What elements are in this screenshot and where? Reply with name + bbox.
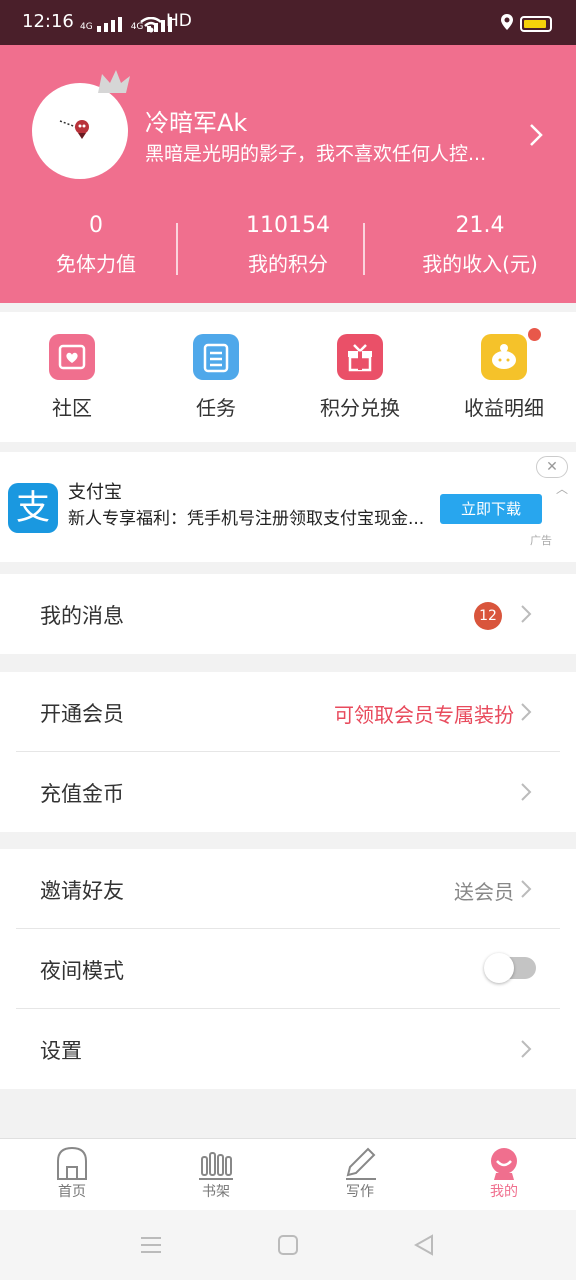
status-time: 12:16 [22, 11, 74, 32]
row-night-mode: 夜间模式 [16, 929, 560, 1009]
ad-tag: 广告 [530, 534, 552, 547]
tab-label: 书架 [202, 1184, 230, 1200]
menu-icon[interactable] [140, 1235, 162, 1255]
row-label: 我的消息 [40, 604, 124, 628]
bookshelf-icon [199, 1152, 233, 1180]
grid-item-earnings[interactable]: 收益明细 [432, 312, 576, 442]
location-icon [501, 14, 513, 30]
row-label: 夜间模式 [40, 959, 124, 983]
row-label: 充值金币 [40, 782, 124, 806]
stats-row: 0 免体力值 110154 我的积分 21.4 我的收入(元) [0, 213, 576, 283]
row-vip[interactable]: 开通会员 可领取会员专属装扮 [16, 672, 560, 752]
ad-title: 支付宝 [68, 482, 122, 503]
vip-promo-text: 可领取会员专属装扮 [334, 703, 514, 727]
grid-label: 任务 [196, 396, 236, 420]
stat-label: 免体力值 [56, 252, 136, 276]
stat-points[interactable]: 110154 我的积分 [192, 213, 384, 283]
home-icon [57, 1146, 87, 1180]
user-bio: 黑暗是光明的影子，我不喜欢任何人控... [145, 143, 487, 165]
wifi-icon [140, 17, 162, 33]
ad-close-icon[interactable]: ✕ [536, 456, 568, 478]
back-icon[interactable] [414, 1234, 434, 1256]
tab-label: 我的 [490, 1184, 518, 1200]
row-messages[interactable]: 我的消息 12 [16, 574, 560, 654]
row-invite[interactable]: 邀请好友 送会员 [16, 849, 560, 929]
stat-value: 0 [89, 213, 103, 238]
home-nav-icon[interactable] [278, 1235, 298, 1255]
chevron-right-icon[interactable] [528, 123, 544, 147]
stat-value: 110154 [246, 213, 330, 238]
stat-income[interactable]: 21.4 我的收入(元) [384, 213, 576, 283]
grid-label: 社区 [52, 396, 92, 420]
system-nav-bar [0, 1210, 576, 1280]
stat-label: 我的收入(元) [422, 252, 538, 276]
row-recharge[interactable]: 充值金币 [16, 752, 560, 832]
grid-item-community[interactable]: 社区 [0, 312, 144, 442]
checklist-icon [193, 334, 239, 380]
ad-banner[interactable]: 支 支付宝 新人专享福利：凭手机号注册领取支付宝现金... 立即下载 ✕ ︿ 广… [0, 452, 576, 562]
membership-card: 开通会员 可领取会员专属装扮 充值金币 [0, 672, 576, 832]
settings-card: 邀请好友 送会员 夜间模式 设置 [0, 849, 576, 1089]
grid-label: 积分兑换 [320, 396, 400, 420]
stat-value: 21.4 [455, 213, 505, 238]
row-label: 设置 [40, 1039, 82, 1063]
grid-label: 收益明细 [464, 396, 544, 420]
night-mode-toggle[interactable] [484, 953, 536, 983]
profile-header[interactable]: 冷暗军Ak 黑暗是光明的影子，我不喜欢任何人控... 0 免体力值 110154… [0, 45, 576, 303]
invite-value: 送会员 [454, 880, 514, 904]
tab-write[interactable]: 写作 [288, 1139, 432, 1210]
chevron-right-icon [521, 783, 532, 801]
hd-indicator: HD [166, 11, 192, 31]
stat-stamina[interactable]: 0 免体力值 [0, 213, 192, 283]
alipay-logo-icon: 支 [8, 483, 58, 533]
row-label: 开通会员 [40, 702, 124, 726]
chevron-right-icon [521, 1040, 532, 1058]
chevron-right-icon [521, 703, 532, 721]
ad-download-button[interactable]: 立即下载 [440, 494, 542, 524]
battery-icon [520, 16, 552, 32]
tab-home[interactable]: 首页 [0, 1139, 144, 1210]
ad-description: 新人专享福利：凭手机号注册领取支付宝现金... [68, 509, 425, 529]
divider [363, 223, 365, 275]
messages-card: 我的消息 12 [0, 574, 576, 654]
chevron-right-icon [521, 880, 532, 898]
chevron-up-icon: ︿ [556, 482, 569, 496]
tab-label: 写作 [346, 1184, 374, 1200]
tab-bookshelf[interactable]: 书架 [144, 1139, 288, 1210]
gift-icon [337, 334, 383, 380]
unread-badge: 12 [474, 602, 502, 630]
row-settings[interactable]: 设置 [16, 1009, 560, 1089]
crown-icon [98, 70, 130, 93]
feature-grid: 社区 任务 积分兑换 收益明细 [0, 312, 576, 442]
tab-label: 首页 [58, 1184, 86, 1200]
username: 冷暗军Ak [145, 109, 248, 137]
tab-me[interactable]: 我的 [432, 1139, 576, 1210]
notification-dot [528, 328, 541, 341]
pencil-icon [346, 1147, 376, 1180]
chevron-right-icon [521, 605, 532, 623]
grid-item-points-exchange[interactable]: 积分兑换 [288, 312, 432, 442]
status-bar: 12:16 4G 4G HD [0, 0, 576, 45]
piggy-bank-icon [481, 334, 527, 380]
bottom-tab-bar: 首页 书架 写作 我的 [0, 1138, 576, 1210]
envelope-heart-icon [49, 334, 95, 380]
grid-item-tasks[interactable]: 任务 [144, 312, 288, 442]
stat-label: 我的积分 [248, 252, 328, 276]
divider [176, 223, 178, 275]
row-label: 邀请好友 [40, 879, 124, 903]
profile-icon [491, 1148, 517, 1180]
